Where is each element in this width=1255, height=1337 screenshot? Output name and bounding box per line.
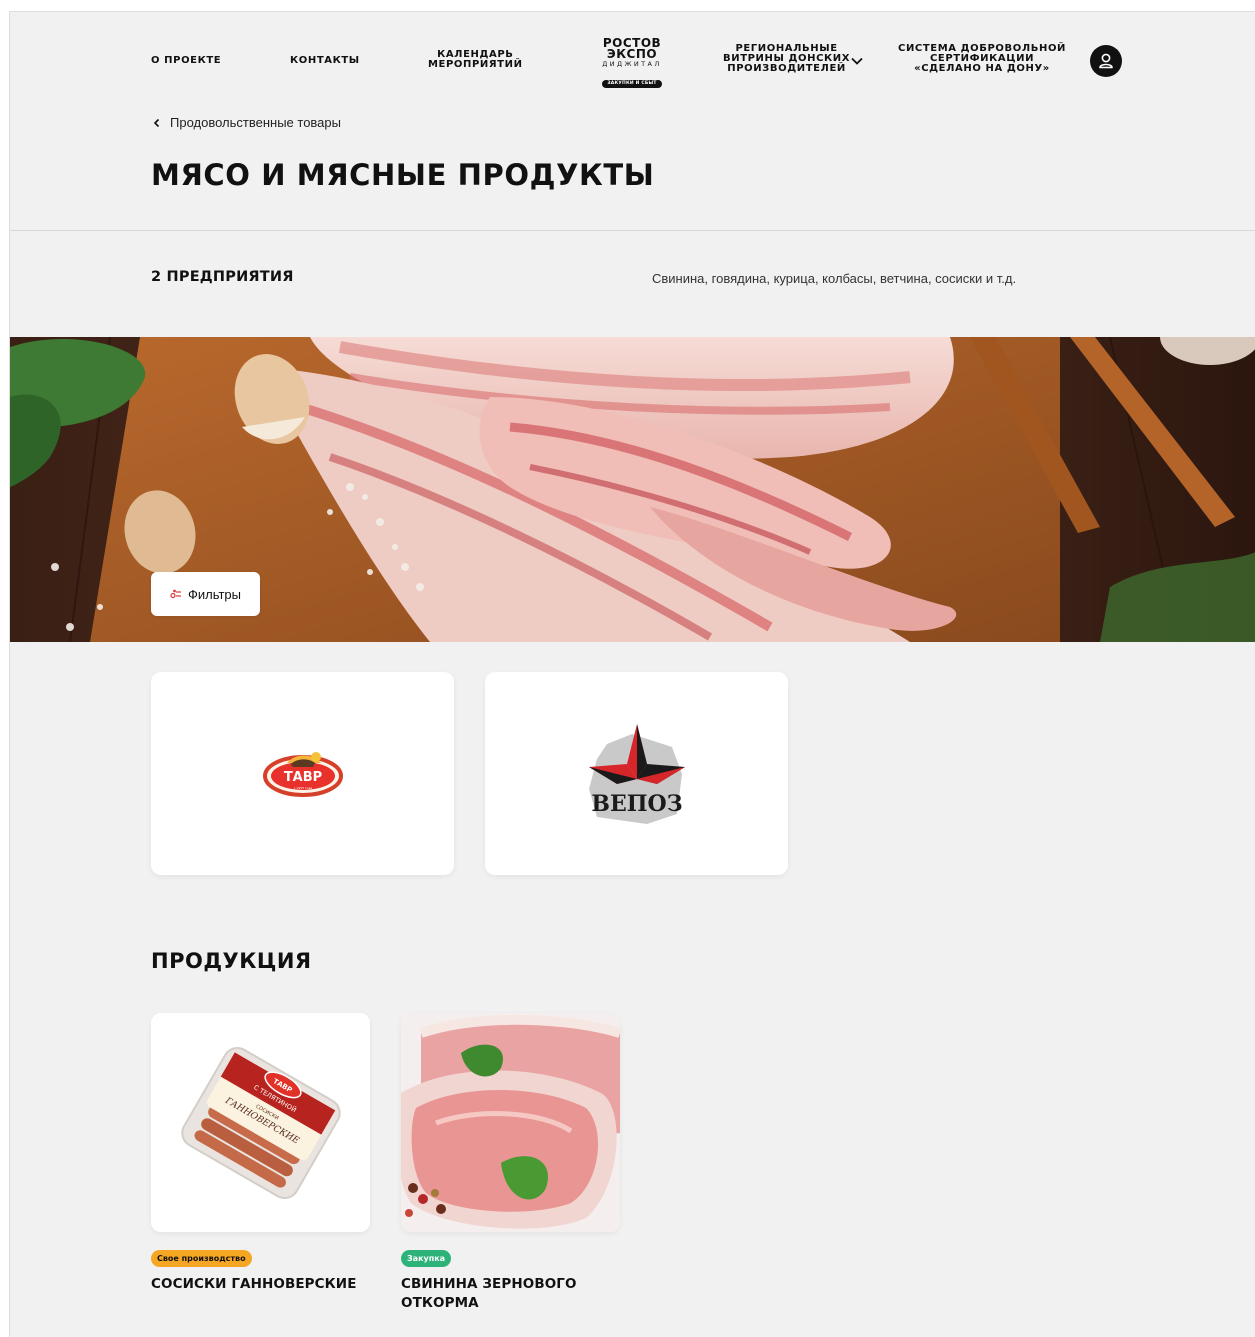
nav-item-regional-showcases[interactable]: РЕГИОНАЛЬНЫЕ ВИТРИНЫ ДОНСКИХ ПРОИЗВОДИТЕ…	[723, 44, 850, 74]
products-section-title: ПРОДУКЦИЯ	[151, 949, 312, 973]
filters-button[interactable]: Фильтры	[151, 572, 260, 616]
logo-badge: ЗАКУПКИ И СБЫТ	[602, 80, 662, 88]
user-icon	[1099, 53, 1113, 69]
tavr-logo-small-text: с 1955 года	[293, 786, 312, 790]
logo-line-3: ДИДЖИТАЛ	[602, 60, 662, 68]
user-account-button[interactable]	[1090, 45, 1122, 77]
nav-item-calendar[interactable]: КАЛЕНДАРЬ МЕРОПРИЯТИЙ	[428, 50, 523, 70]
vepoz-logo: ВЕПОЗ	[588, 723, 685, 824]
product-name[interactable]: СОСИСКИ ГАННОВЕРСКИЕ	[151, 1275, 357, 1294]
site-logo[interactable]: РОСТОВ ЭКСПО ДИДЖИТАЛ ЗАКУПКИ И СБЫТ	[600, 37, 664, 88]
chevron-down-icon[interactable]	[851, 55, 863, 67]
company-card-tavr[interactable]: ТАВР с 1955 года	[151, 672, 454, 875]
company-card-vepoz[interactable]: ВЕПОЗ	[485, 672, 788, 875]
tavr-logo: ТАВР с 1955 года	[262, 751, 343, 797]
breadcrumb-label: Продовольственные товары	[170, 115, 341, 130]
company-count: 2 ПРЕДПРИЯТИЯ	[151, 269, 294, 285]
product-badge-own-production: Свое производство	[151, 1250, 252, 1267]
vepoz-logo-text: ВЕПОЗ	[591, 791, 682, 817]
page-title: МЯСО И МЯСНЫЕ ПРОДУКТЫ	[151, 158, 655, 192]
chevron-left-icon	[153, 118, 160, 127]
product-badge-purchase: Закупка	[401, 1250, 452, 1267]
top-navigation: О ПРОЕКТЕ КОНТАКТЫ КАЛЕНДАРЬ МЕРОПРИЯТИЙ…	[10, 12, 1255, 112]
nav-item-certification[interactable]: СИСТЕМА ДОБРОВОЛЬНОЙ СЕРТИФИКАЦИИ «СДЕЛА…	[898, 44, 1066, 74]
page: О ПРОЕКТЕ КОНТАКТЫ КАЛЕНДАРЬ МЕРОПРИЯТИЙ…	[9, 11, 1255, 1337]
filter-icon	[170, 589, 181, 599]
divider	[10, 230, 1255, 231]
logo-line-2: ЭКСПО	[606, 47, 658, 61]
product-image-sausages[interactable]: ТАВР С ТЕЛЯТИНОЙ СОСИСКИ ГАННОВЕРСКИЕ	[151, 1013, 370, 1232]
tavr-logo-text: ТАВР	[283, 770, 321, 785]
category-description: Свинина, говядина, курица, колбасы, ветч…	[652, 271, 1017, 286]
breadcrumb[interactable]: Продовольственные товары	[153, 115, 341, 130]
product-image-pork[interactable]	[401, 1013, 620, 1232]
product-name[interactable]: СВИНИНА ЗЕРНОВОГО ОТКОРМА	[401, 1275, 577, 1313]
nav-item-contacts[interactable]: КОНТАКТЫ	[290, 56, 360, 66]
nav-item-about[interactable]: О ПРОЕКТЕ	[151, 56, 221, 66]
filters-label: Фильтры	[187, 586, 241, 602]
